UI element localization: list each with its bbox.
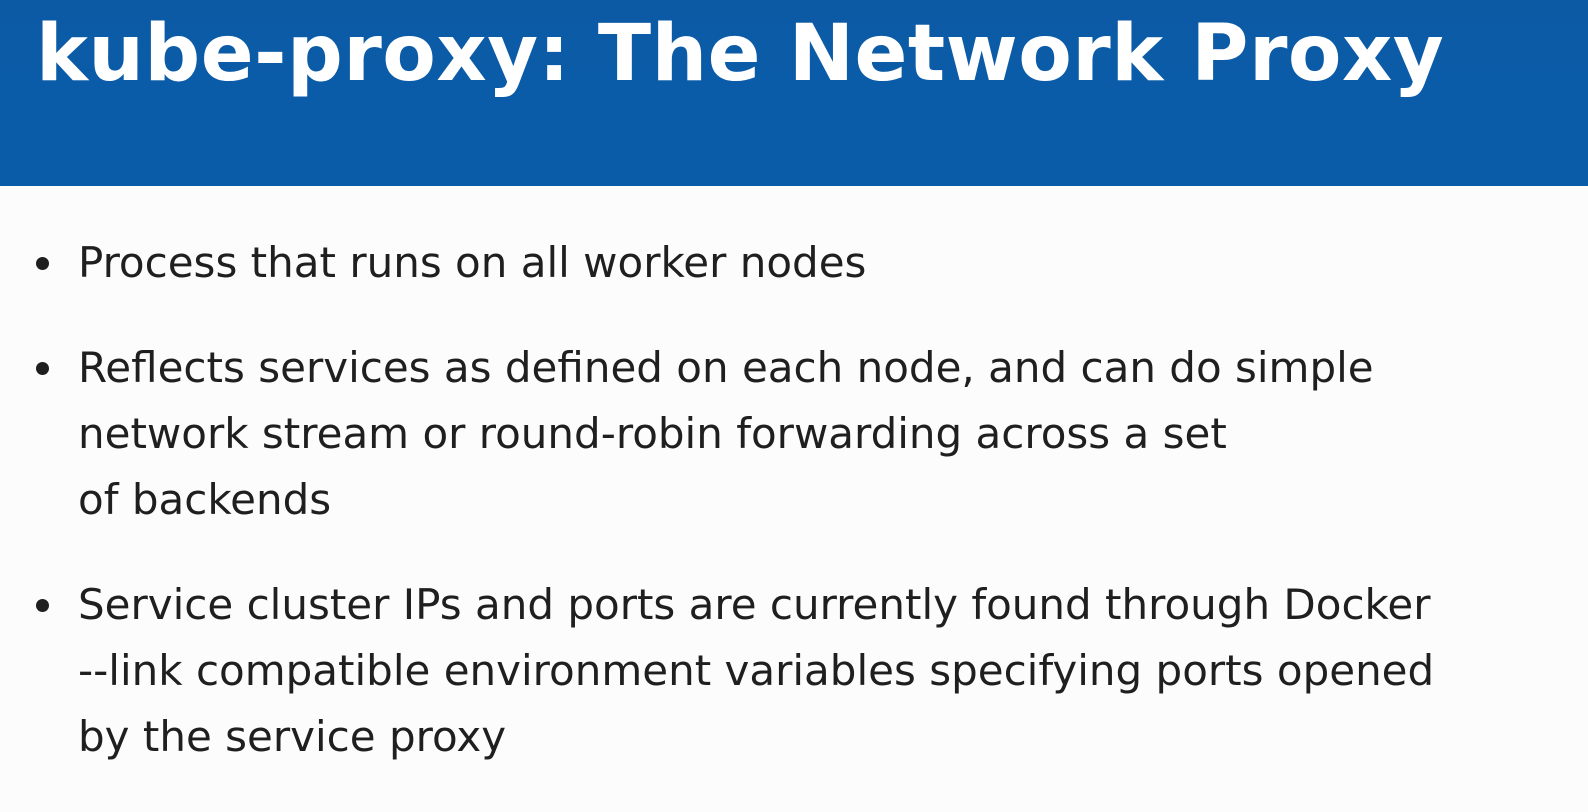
bullet-text: Service cluster IPs and ports are curren… — [78, 572, 1558, 770]
bullet-line: --link compatible environment variables … — [78, 646, 1435, 695]
bullet-text: Process that runs on all worker nodes — [78, 230, 1558, 296]
bullet-text: Reflects services as defined on each nod… — [78, 335, 1558, 533]
bullet-line: Reflects services as defined on each nod… — [78, 343, 1374, 392]
title-bar: kube-proxy: The Network Proxy — [0, 0, 1588, 186]
bullet-line: by the service proxy — [78, 712, 507, 761]
bullet-line: Process that runs on all worker nodes — [78, 238, 867, 287]
bullet-dot-icon — [36, 599, 49, 612]
bullet-line: Service cluster IPs and ports are curren… — [78, 580, 1431, 629]
bullet-dot-icon — [36, 257, 49, 270]
bullet-line: network stream or round-robin forwarding… — [78, 409, 1227, 458]
slide-title: kube-proxy: The Network Proxy — [36, 9, 1445, 99]
bullet-line: of backends — [78, 475, 332, 524]
slide: kube-proxy: The Network Proxy Process th… — [0, 0, 1588, 812]
bullet-dot-icon — [36, 362, 49, 375]
